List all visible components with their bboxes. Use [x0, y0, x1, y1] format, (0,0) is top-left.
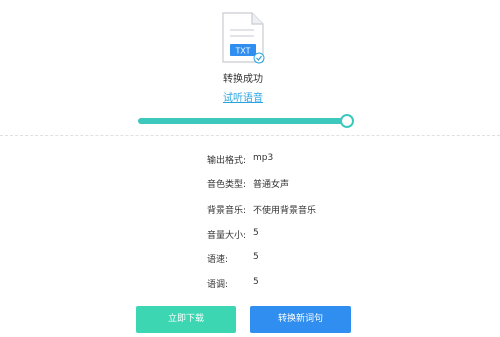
download-now-button[interactable]: 立即下载 — [136, 306, 236, 333]
setting-row-bgm: 背景音乐: 不使用背景音乐 — [0, 203, 500, 217]
setting-value: 不使用背景音乐 — [253, 206, 317, 216]
setting-value: 5 — [253, 252, 259, 262]
setting-row-format: 输出格式: mp3 — [0, 153, 500, 167]
setting-value: 5 — [253, 228, 259, 238]
setting-row-speed: 语速: 5 — [0, 252, 500, 266]
setting-value: 普通女声 — [253, 180, 290, 190]
progress-knob — [340, 114, 354, 128]
setting-label: 语调: — [207, 280, 229, 290]
setting-label: 音色类型: — [207, 180, 247, 190]
conversion-progress-bar — [138, 114, 354, 128]
setting-value: 5 — [253, 277, 259, 287]
txt-file-icon: TXT — [222, 12, 265, 64]
setting-row-voice: 音色类型: 普通女声 — [0, 177, 500, 191]
status-title: 转换成功 — [223, 74, 263, 85]
setting-row-pitch: 语调: 5 — [0, 277, 500, 291]
setting-label: 输出格式: — [207, 156, 247, 166]
divider — [0, 135, 500, 136]
progress-fill — [138, 118, 347, 124]
setting-label: 语速: — [207, 255, 229, 265]
setting-label: 音量大小: — [207, 231, 247, 241]
setting-label: 背景音乐: — [207, 206, 247, 216]
setting-value: mp3 — [253, 153, 274, 163]
file-type-badge: TXT — [235, 47, 250, 56]
preview-audio-link[interactable]: 试听语音 — [0, 89, 486, 104]
setting-row-volume: 音量大小: 5 — [0, 228, 500, 242]
convert-new-text-button[interactable]: 转换新词句 — [250, 306, 351, 333]
